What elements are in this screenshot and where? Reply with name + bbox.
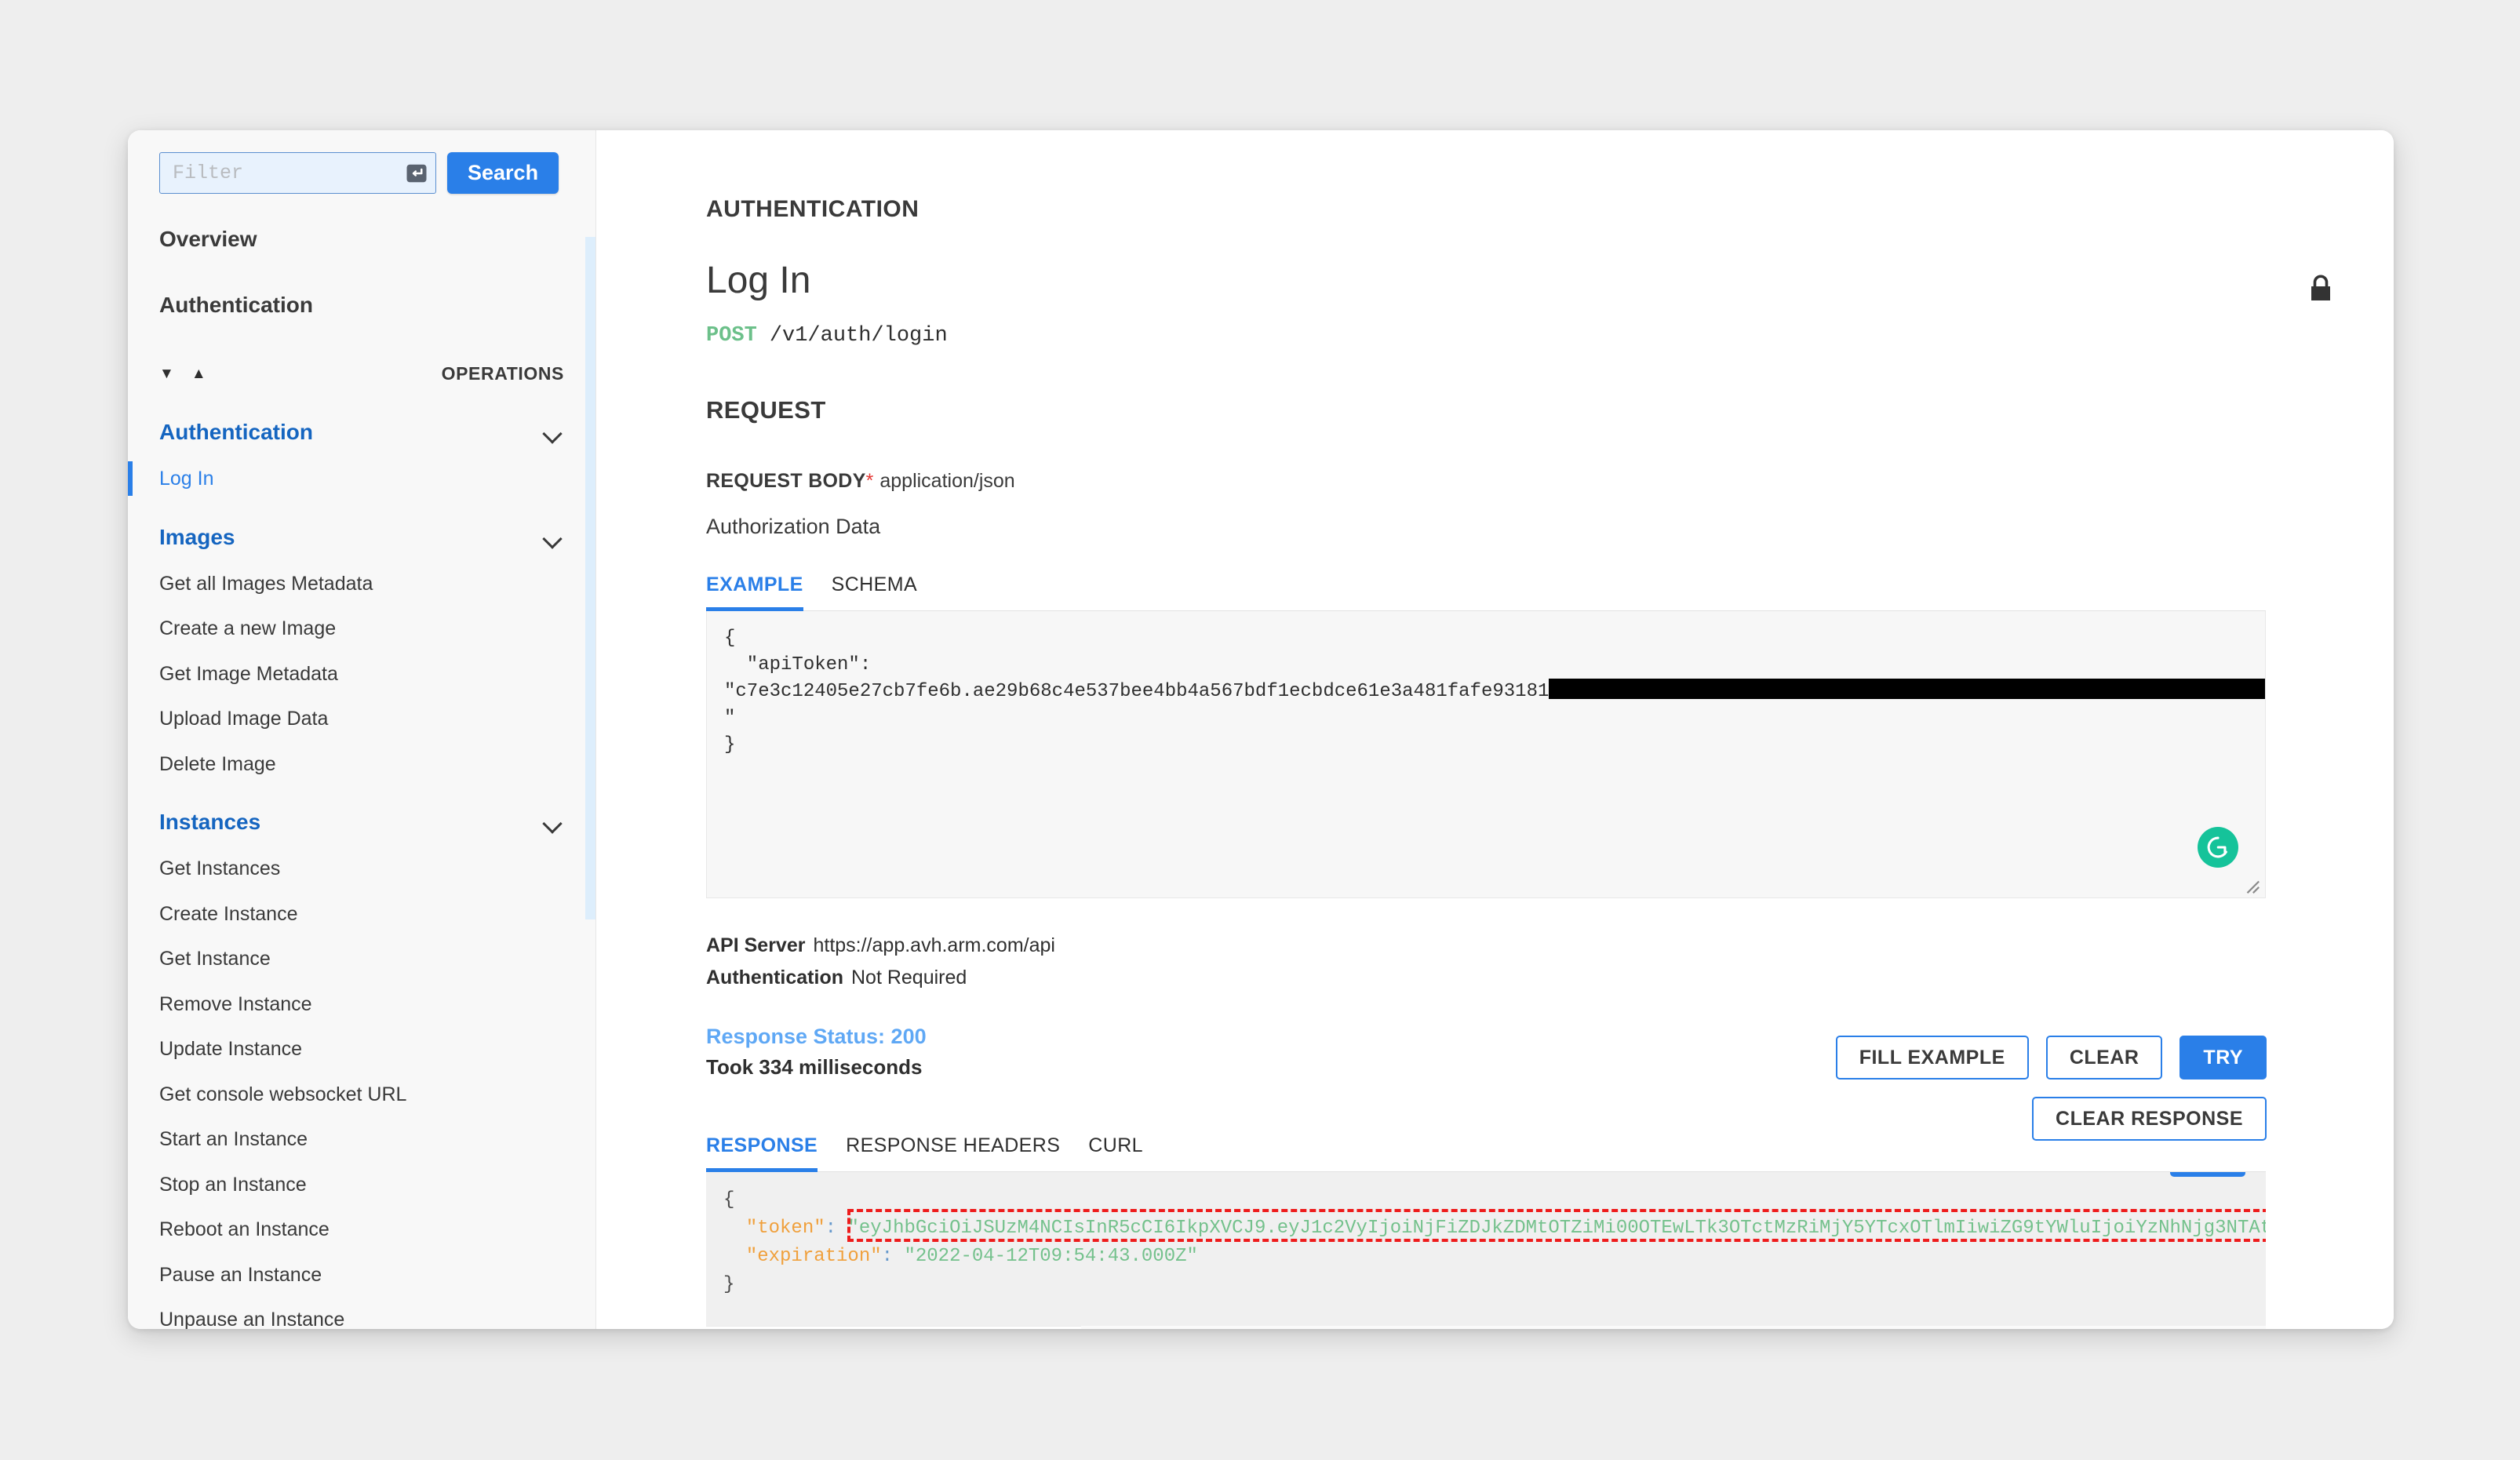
editor-line-value: "c7e3c12405e27cb7fe6b.ae29b68c4e537bee4b… [724,679,2265,705]
page-kicker: AUTHENTICATION [706,196,920,222]
json-colon: : [825,1218,848,1239]
sidebar-group-instances[interactable]: Instances [128,810,595,835]
resize-handle-icon[interactable] [2243,877,2260,894]
sidebar: Search Overview Authentication ▼ ▲ OPERA… [128,130,596,1329]
main-panel: AUTHENTICATION Log In POST/v1/auth/login… [596,130,2394,1329]
sidebar-item-start-an-instance[interactable]: Start an Instance [128,1128,595,1151]
sidebar-item-get-instances[interactable]: Get Instances [128,857,595,880]
redaction-bar [1549,679,2265,700]
tab-example[interactable]: EXAMPLE [706,573,803,611]
sidebar-item-get-image-metadata[interactable]: Get Image Metadata [128,663,595,686]
editor-line-quote: " [724,708,736,730]
sidebar-item-delete-image[interactable]: Delete Image [128,753,595,776]
filter-input[interactable] [159,152,436,194]
response-line-expiration: "expiration": "2022-04-12T09:54:43.000Z" [723,1243,2249,1271]
grammarly-icon[interactable] [2198,827,2238,868]
enter-key-icon[interactable] [405,162,428,185]
tab-curl[interactable]: CURL [1088,1134,1143,1172]
response-line-close: } [723,1274,735,1295]
endpoint-line: POST/v1/auth/login [706,324,2394,348]
request-action-buttons: FILL EXAMPLE CLEAR TRY [1835,1036,2267,1080]
sidebar-item-get-all-images-metadata[interactable]: Get all Images Metadata [128,573,595,595]
api-server-value: https://app.avh.arm.com/api [813,934,1055,956]
sidebar-group-label: Instances [159,810,261,834]
json-colon: : [881,1246,905,1267]
response-horizontal-scrollbar[interactable] [706,1326,2266,1329]
request-body-mime: application/json [879,470,1015,492]
endpoint-path: /v1/auth/login [769,324,948,348]
http-method: POST [706,324,757,348]
sidebar-group-label: Authentication [159,420,313,444]
sidebar-item-authentication-top[interactable]: Authentication [128,293,595,318]
request-body-row: REQUEST BODY* application/json [706,470,2394,493]
sidebar-item-log-in[interactable]: Log In [128,461,595,496]
scrollbar-thumb[interactable] [706,1326,1081,1329]
operations-label: OPERATIONS [441,362,564,384]
tab-schema[interactable]: SCHEMA [832,573,917,611]
sidebar-item-pause-an-instance[interactable]: Pause an Instance [128,1264,595,1287]
api-docs-window: Search Overview Authentication ▼ ▲ OPERA… [128,130,2394,1329]
page-title: Log In [706,260,811,301]
authentication-value: Not Required [851,966,967,989]
sidebar-item-stop-an-instance[interactable]: Stop an Instance [128,1174,595,1196]
sidebar-item-upload-image-data[interactable]: Upload Image Data [128,708,595,730]
expiration-key: "expiration" [745,1246,882,1267]
request-body-editor[interactable]: { "apiToken": "c7e3c12405e27cb7fe6b.ae29… [706,611,2266,898]
clear-button[interactable]: CLEAR [2045,1036,2163,1080]
api-server-row: API Server https://app.avh.arm.com/api [706,930,2394,962]
editor-line-close: } [724,734,736,756]
sidebar-scrollbar[interactable] [585,237,595,919]
sidebar-group-authentication[interactable]: Authentication [128,420,595,445]
request-section-title: REQUEST [706,396,826,424]
main-content: AUTHENTICATION Log In POST/v1/auth/login… [596,130,2394,1329]
search-button[interactable]: Search [447,152,559,194]
request-body-description: Authorization Data [706,515,881,538]
token-value: "eyJhbGciOiJSUzM4NCIsInR5cCI6IkpXVCJ9.ey… [847,1218,2266,1239]
chevron-down-icon[interactable] [544,532,564,543]
expiration-value: "2022-04-12T09:54:43.000Z" [904,1246,1198,1267]
response-tabs: RESPONSE RESPONSE HEADERS CURL [706,1134,2266,1172]
tab-response[interactable]: RESPONSE [706,1134,818,1172]
filter-input-wrapper [159,152,436,194]
response-line-token: "token": "eyJhbGciOiJSUzM4NCIsInR5cCI6Ik… [723,1214,2266,1243]
sidebar-item-update-instance[interactable]: Update Instance [128,1038,595,1061]
sidebar-item-get-instance[interactable]: Get Instance [128,948,595,970]
request-body-label: REQUEST BODY [706,470,866,492]
api-token-text: "c7e3c12405e27cb7fe6b.ae29b68c4e537bee4b… [724,681,1550,703]
editor-line-open: { [724,628,736,649]
sidebar-group-images[interactable]: Images [128,525,595,550]
fill-example-button[interactable]: FILL EXAMPLE [1835,1036,2029,1080]
editor-line-key: "apiToken": [724,654,872,676]
sidebar-group-label: Images [159,524,235,549]
token-key: "token" [745,1218,825,1239]
sidebar-item-create-instance[interactable]: Create Instance [128,903,595,926]
sidebar-item-remove-instance[interactable]: Remove Instance [128,993,595,1016]
sidebar-item-unpause-an-instance[interactable]: Unpause an Instance [128,1309,595,1329]
authentication-row: Authentication Not Required [706,962,2394,994]
sidebar-item-get-console-websocket-url[interactable]: Get console websocket URL [128,1083,595,1106]
sidebar-item-create-a-new-image[interactable]: Create a new Image [128,617,595,640]
sidebar-item-overview[interactable]: Overview [128,227,595,252]
response-body: Copy { "token": "eyJhbGciOiJSUzM4NCIsInR… [706,1172,2266,1326]
request-meta: API Server https://app.avh.arm.com/api Au… [706,930,2394,993]
request-body-tabs: EXAMPLE SCHEMA [706,573,2266,611]
copy-button[interactable]: Copy [2169,1172,2245,1177]
chevron-down-icon[interactable] [544,817,564,828]
sidebar-item-reboot-an-instance[interactable]: Reboot an Instance [128,1218,595,1241]
response-line-open: { [723,1189,735,1211]
tab-response-headers[interactable]: RESPONSE HEADERS [846,1134,1060,1172]
sort-descending-icon[interactable]: ▼ [159,366,174,381]
operations-sort-row: ▼ ▲ OPERATIONS [128,362,595,385]
authentication-label: Authentication [706,966,843,989]
lock-icon [2307,273,2335,304]
filter-row: Search [128,130,595,194]
sort-ascending-icon[interactable]: ▲ [191,366,206,381]
sort-arrows: ▼ ▲ [159,366,206,381]
chevron-down-icon[interactable] [544,427,564,438]
required-asterisk: * [865,470,874,492]
api-server-label: API Server [706,934,806,956]
clear-response-button[interactable]: CLEAR RESPONSE [2032,1097,2267,1141]
try-button[interactable]: TRY [2180,1036,2267,1080]
